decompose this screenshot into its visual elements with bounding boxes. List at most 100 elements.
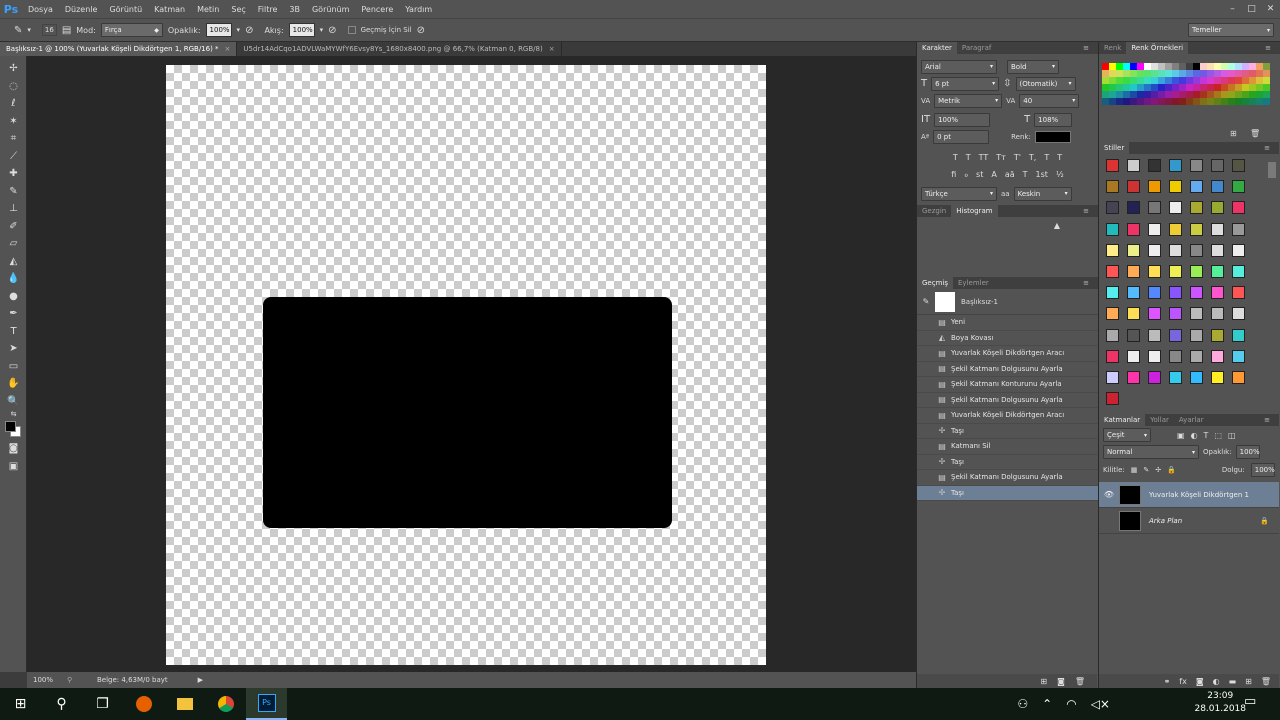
style-preset[interactable] [1232, 370, 1245, 384]
color-swatch[interactable] [1228, 63, 1235, 70]
color-swatch[interactable] [1207, 84, 1214, 91]
style-preset[interactable] [1169, 222, 1182, 236]
zoom-tool-icon[interactable]: 🔍 [0, 393, 27, 411]
path-selection-icon[interactable]: ➤ [0, 340, 27, 358]
color-swatch[interactable] [1151, 63, 1158, 70]
style-preset[interactable] [1232, 286, 1245, 300]
color-swatch[interactable] [1228, 84, 1235, 91]
color-swatch[interactable] [1130, 77, 1137, 84]
trash-icon[interactable]: 🗑 [1261, 677, 1271, 686]
color-swatch[interactable] [1256, 63, 1263, 70]
history-item[interactable]: ◭ Boya Kovası [917, 331, 1098, 346]
color-swatch[interactable] [1123, 98, 1130, 105]
color-swatch[interactable] [1200, 98, 1207, 105]
photoshop-taskbar-icon[interactable]: Ps [246, 688, 287, 720]
healing-brush-icon[interactable]: ✚ [0, 165, 27, 183]
marquee-tool-icon[interactable]: ◌ [0, 78, 27, 96]
color-swatch[interactable] [1172, 91, 1179, 98]
color-swatch[interactable] [1221, 63, 1228, 70]
color-swatch[interactable] [1207, 98, 1214, 105]
style-preset[interactable] [1106, 349, 1119, 363]
color-swatch[interactable] [1172, 70, 1179, 77]
stamp-tool-icon[interactable]: ⊥ [0, 200, 27, 218]
color-swatch[interactable] [1137, 77, 1144, 84]
history-item[interactable]: ▤ Şekil Katmanı Dolgusunu Ayarla [917, 393, 1098, 408]
color-swatch[interactable] [1235, 63, 1242, 70]
color-swatch[interactable] [1221, 98, 1228, 105]
rounded-rectangle-shape[interactable] [263, 297, 672, 528]
color-swatch[interactable] [1130, 98, 1137, 105]
color-swatch[interactable] [1186, 98, 1193, 105]
history-item[interactable]: ▤ Yuvarlak Köşeli Dikdörtgen Aracı [917, 346, 1098, 362]
ligature-button[interactable]: fi [951, 170, 956, 179]
history-item[interactable]: ▤ Yuvarlak Köşeli Dikdörtgen Aracı [917, 408, 1098, 424]
history-item[interactable]: ▤ Şekil Katmanı Konturunu Ayarla [917, 377, 1098, 393]
color-swatch[interactable] [1207, 91, 1214, 98]
history-item[interactable]: ▤ Katmanı Sil [917, 439, 1098, 455]
color-swatch[interactable] [1242, 77, 1249, 84]
color-swatch[interactable] [1214, 77, 1221, 84]
eyedropper-icon[interactable]: ⟋ [0, 148, 27, 166]
color-swatch[interactable] [1137, 70, 1144, 77]
color-swatch[interactable] [1123, 63, 1130, 70]
color-swatch[interactable] [1102, 91, 1109, 98]
color-swatch[interactable] [1102, 63, 1109, 70]
color-swatch[interactable] [1158, 84, 1165, 91]
pen-tool-icon[interactable]: ✒ [0, 305, 27, 323]
task-view-icon[interactable]: ❐ [82, 688, 123, 720]
style-preset[interactable] [1190, 180, 1203, 194]
style-preset[interactable] [1106, 392, 1119, 406]
color-swatch[interactable] [1172, 84, 1179, 91]
opacity-dropdown-icon[interactable]: ▾ [237, 26, 241, 34]
minimize-button[interactable]: – [1223, 0, 1242, 18]
volume-icon[interactable]: ◁× [1091, 697, 1110, 711]
tab-histogram[interactable]: Histogram [951, 205, 998, 217]
menu-metin[interactable]: Metin [191, 5, 225, 14]
color-swatch[interactable] [1242, 98, 1249, 105]
menu-gorunum[interactable]: Görünüm [306, 5, 355, 14]
color-swatch[interactable] [1144, 98, 1151, 105]
color-swatch[interactable] [1249, 84, 1256, 91]
color-swatch[interactable] [1179, 77, 1186, 84]
lock-paint-icon[interactable]: ✎ [1143, 466, 1149, 474]
style-preset[interactable] [1148, 159, 1161, 172]
menu-sec[interactable]: Seç [225, 5, 251, 14]
style-preset[interactable] [1169, 328, 1182, 342]
crop-tool-icon[interactable]: ⌗ [0, 130, 27, 148]
link-icon[interactable]: ⚭ [1164, 677, 1171, 686]
color-swatch[interactable] [1179, 63, 1186, 70]
color-swatch[interactable] [1186, 77, 1193, 84]
ornaments-button[interactable]: T [1023, 170, 1028, 179]
color-swatch[interactable] [1200, 91, 1207, 98]
swatch-trash-icon[interactable]: 🗑 [1250, 129, 1260, 138]
new-document-icon[interactable]: ⊞ [1040, 677, 1047, 686]
color-swatch[interactable] [1151, 70, 1158, 77]
filter-type-icon[interactable]: T [1204, 431, 1209, 440]
style-preset[interactable] [1127, 349, 1140, 363]
color-swatch[interactable] [1263, 91, 1270, 98]
style-preset[interactable] [1106, 370, 1119, 384]
subscript-button[interactable]: T, [1029, 153, 1036, 162]
ordinals-button[interactable]: 1st [1036, 170, 1048, 179]
all-caps-button[interactable]: TT [979, 153, 989, 162]
color-swatch[interactable] [1137, 63, 1144, 70]
tab-document-1[interactable]: Başlıksız-1 @ 100% (Yuvarlak Köşeli Dikd… [0, 42, 238, 56]
style-preset[interactable] [1190, 328, 1203, 342]
hand-tool-icon[interactable]: ✋ [0, 375, 27, 393]
dodge-tool-icon[interactable]: ● [0, 288, 27, 306]
color-swatch[interactable] [1151, 98, 1158, 105]
tab-close-icon[interactable]: × [225, 45, 231, 53]
opacity-input[interactable]: 100% [205, 23, 232, 37]
new-layer-icon[interactable]: ⊞ [1245, 677, 1252, 686]
style-preset[interactable] [1106, 286, 1119, 300]
folder-icon[interactable]: ▬ [1229, 677, 1237, 686]
style-preset[interactable] [1127, 307, 1140, 321]
menu-pencere[interactable]: Pencere [355, 5, 399, 14]
color-swatch[interactable] [1214, 84, 1221, 91]
tab-gezgin[interactable]: Gezgin [917, 207, 951, 215]
style-preset[interactable] [1127, 222, 1140, 236]
color-swatch[interactable] [1165, 98, 1172, 105]
swatch-new-icon[interactable]: ⊞ [1230, 129, 1237, 138]
fill-input[interactable]: 100% [1250, 463, 1275, 477]
color-swatch[interactable] [1228, 70, 1235, 77]
